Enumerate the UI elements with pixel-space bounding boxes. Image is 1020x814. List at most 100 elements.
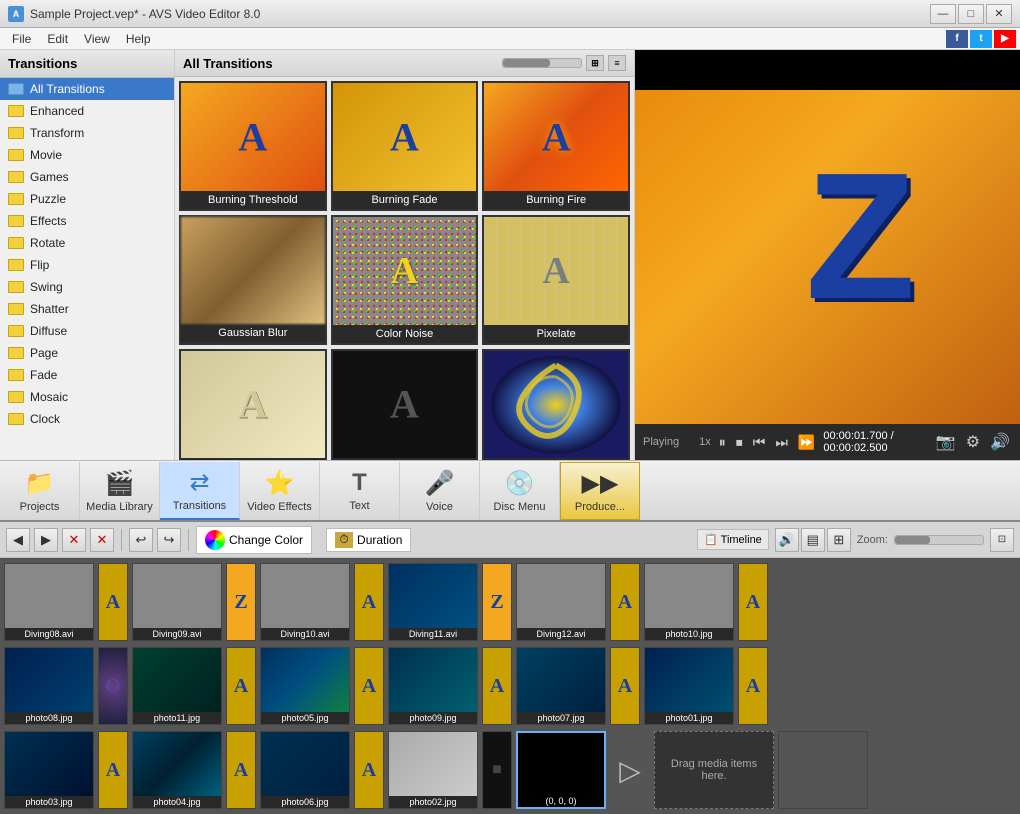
sidebar-item-swing[interactable]: Swing — [0, 276, 174, 298]
twitter-button[interactable]: t — [970, 30, 992, 48]
next-frame-button[interactable]: ⏭ — [773, 434, 790, 451]
track-item[interactable]: A — [354, 563, 384, 641]
back-button[interactable]: ◀ — [6, 528, 30, 552]
sidebar-item-page[interactable]: Page — [0, 342, 174, 364]
track-item[interactable]: photo03.jpg — [4, 731, 94, 809]
toolbar-disc-menu[interactable]: 💿 Disc Menu — [480, 462, 560, 520]
track-item[interactable]: O — [98, 647, 128, 725]
transition-burning-fire[interactable]: Burning Fire — [482, 81, 630, 211]
transition-flash-light[interactable]: Flash Light — [179, 349, 327, 461]
track-item[interactable]: photo04.jpg — [132, 731, 222, 809]
track-item[interactable]: photo11.jpg — [132, 647, 222, 725]
track-item[interactable]: A — [98, 731, 128, 809]
sidebar-item-shatter[interactable]: Shatter — [0, 298, 174, 320]
toolbar-video-effects[interactable]: ⭐ Video Effects — [240, 462, 320, 520]
sidebar-item-effects[interactable]: Effects — [0, 210, 174, 232]
sidebar-item-rotate[interactable]: Rotate — [0, 232, 174, 254]
toolbar-media-library[interactable]: 🎬 Media Library — [80, 462, 160, 520]
redo-button[interactable]: ↪ — [157, 528, 181, 552]
zoom-slider[interactable] — [894, 535, 984, 545]
timeline-toggle-button[interactable]: 📋 Timeline — [697, 529, 769, 550]
transition-gaussian-blur[interactable]: Gaussian Blur — [179, 215, 327, 345]
settings-button[interactable]: ⚙ — [964, 432, 982, 452]
sidebar-item-clock[interactable]: Clock — [0, 408, 174, 430]
track-item[interactable]: Diving11.avi — [388, 563, 478, 641]
track-item[interactable]: photo02.jpg — [388, 731, 478, 809]
youtube-button[interactable]: ▶ — [994, 30, 1016, 48]
transition-flash-dark[interactable]: Flash Dark — [331, 349, 479, 461]
audio-button[interactable]: 🔊 — [775, 528, 799, 552]
track-button[interactable]: ▤ — [801, 528, 825, 552]
track-item[interactable]: photo09.jpg — [388, 647, 478, 725]
track-item[interactable]: A — [226, 647, 256, 725]
toolbar-voice[interactable]: 🎤 Voice — [400, 462, 480, 520]
transition-burning-fade[interactable]: Burning Fade — [331, 81, 479, 211]
menu-help[interactable]: Help — [118, 30, 159, 48]
snapshot-button[interactable]: 📷 — [934, 432, 958, 452]
transition-pixelate[interactable]: A Pixelate — [482, 215, 630, 345]
sidebar-item-enhanced[interactable]: Enhanced — [0, 100, 174, 122]
sidebar-item-fade[interactable]: Fade — [0, 364, 174, 386]
track-item[interactable]: photo10.jpg — [644, 563, 734, 641]
play-pause-button[interactable]: ⏸ — [717, 434, 728, 451]
sidebar-item-movie[interactable]: Movie — [0, 144, 174, 166]
transition-color-noise[interactable]: A Color Noise — [331, 215, 479, 345]
volume-button[interactable]: 🔊 — [988, 432, 1012, 452]
facebook-button[interactable]: f — [946, 30, 968, 48]
track-item[interactable]: photo01.jpg — [644, 647, 734, 725]
black-box-item[interactable]: (0, 0, 0) — [516, 731, 606, 809]
sidebar-item-diffuse[interactable]: Diffuse — [0, 320, 174, 342]
forward-button[interactable]: ▶ — [34, 528, 58, 552]
undo-button[interactable]: ↩ — [129, 528, 153, 552]
change-color-button[interactable]: Change Color — [196, 526, 312, 554]
menu-file[interactable]: File — [4, 30, 39, 48]
track-item[interactable]: photo06.jpg — [260, 731, 350, 809]
track-item[interactable]: A — [738, 563, 768, 641]
track-item[interactable]: A — [354, 731, 384, 809]
track-item[interactable]: Diving08.avi — [4, 563, 94, 641]
maximize-button[interactable]: □ — [958, 4, 984, 24]
menu-view[interactable]: View — [76, 30, 118, 48]
track-item[interactable]: Diving12.avi — [516, 563, 606, 641]
track-item[interactable]: A — [98, 563, 128, 641]
sidebar-item-transform[interactable]: Transform — [0, 122, 174, 144]
track-item[interactable]: photo05.jpg — [260, 647, 350, 725]
track-item[interactable]: A — [610, 647, 640, 725]
next-button[interactable]: ⏩ — [796, 434, 817, 451]
track-item[interactable]: A — [226, 731, 256, 809]
track-item[interactable]: A — [610, 563, 640, 641]
toolbar-transitions[interactable]: ⇄ Transitions — [160, 462, 240, 520]
close-button[interactable]: ✕ — [986, 4, 1012, 24]
track-item[interactable]: Z — [482, 563, 512, 641]
list-view-button[interactable]: ≡ — [608, 55, 626, 71]
size-slider[interactable] — [502, 58, 582, 68]
track-item[interactable]: Diving10.avi — [260, 563, 350, 641]
toolbar-text[interactable]: T Text — [320, 462, 400, 520]
stop-button[interactable]: ⏹ — [734, 434, 745, 451]
toolbar-produce[interactable]: ▶▶ Produce... — [560, 462, 640, 520]
prev-frame-button[interactable]: ⏮ — [751, 434, 768, 451]
sidebar-item-mosaic[interactable]: Mosaic — [0, 386, 174, 408]
minimize-button[interactable]: — — [930, 4, 956, 24]
track-item[interactable]: photo08.jpg — [4, 647, 94, 725]
sidebar-item-all-transitions[interactable]: All Transitions — [0, 78, 174, 100]
zoom-fit-button[interactable]: ⊡ — [990, 528, 1014, 552]
remove-button[interactable]: ✕ — [62, 528, 86, 552]
track-item[interactable]: Diving09.avi — [132, 563, 222, 641]
transition-burning-threshold[interactable]: Burning Threshold — [179, 81, 327, 211]
sidebar-item-flip[interactable]: Flip — [0, 254, 174, 276]
track-item[interactable]: A — [738, 647, 768, 725]
sidebar-item-games[interactable]: Games — [0, 166, 174, 188]
grid-view-button[interactable]: ⊞ — [586, 55, 604, 71]
remove-all-button[interactable]: ✕ — [90, 528, 114, 552]
track-item[interactable]: ■ — [482, 731, 512, 809]
sidebar-item-puzzle[interactable]: Puzzle — [0, 188, 174, 210]
transition-twirl-clockwise[interactable]: Twirl Clockwise — [482, 349, 630, 461]
track-item[interactable]: photo07.jpg — [516, 647, 606, 725]
expand-button[interactable]: ⊞ — [827, 528, 851, 552]
track-item[interactable]: Z — [226, 563, 256, 641]
track-item[interactable]: A — [354, 647, 384, 725]
track-item[interactable]: A — [482, 647, 512, 725]
menu-edit[interactable]: Edit — [39, 30, 76, 48]
duration-button[interactable]: ⏱ Duration — [326, 528, 411, 552]
